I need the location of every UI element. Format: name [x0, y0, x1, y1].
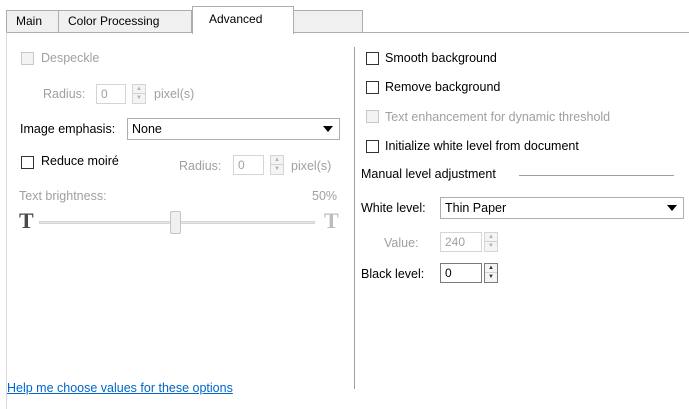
chevron-up-icon[interactable]: ▲ — [485, 233, 497, 242]
initialize-white-label: Initialize white level from document — [385, 139, 579, 153]
initialize-white-checkbox[interactable] — [366, 140, 379, 153]
moire-radius-input[interactable]: 0 — [233, 155, 264, 175]
text-enhancement-checkbox[interactable] — [366, 110, 379, 123]
moire-radius-stepper[interactable]: ▲ ▼ — [270, 155, 284, 175]
chevron-up-icon[interactable]: ▲ — [485, 264, 497, 273]
column-divider — [354, 47, 355, 389]
smooth-background-label: Smooth background — [385, 51, 497, 65]
tab-strip: Main Color Processing Advanced — [6, 6, 686, 34]
chevron-up-icon[interactable]: ▲ — [271, 156, 283, 165]
image-emphasis-select[interactable]: None — [127, 118, 340, 140]
advanced-panel: Despeckle Radius: 0 ▲ ▼ pixel(s) Image e… — [6, 32, 689, 409]
white-level-value: Thin Paper — [445, 201, 507, 215]
despeckle-radius-input[interactable]: 0 — [96, 84, 126, 104]
value-label: Value: — [384, 236, 419, 250]
despeckle-radius-label: Radius: — [43, 87, 86, 101]
despeckle-checkbox[interactable] — [21, 52, 34, 65]
tab-advanced[interactable]: Advanced — [192, 6, 294, 34]
reduce-moire-checkbox[interactable] — [21, 156, 34, 169]
tab-color-processing[interactable]: Color Processing — [58, 10, 192, 33]
text-enhancement-label: Text enhancement for dynamic threshold — [385, 110, 611, 124]
image-emphasis-label: Image emphasis: — [20, 122, 116, 136]
image-emphasis-value: None — [132, 122, 162, 136]
reduce-moire-label: Reduce moiré — [41, 154, 119, 168]
despeckle-radius-stepper[interactable]: ▲ ▼ — [132, 84, 146, 104]
despeckle-label: Despeckle — [41, 51, 100, 65]
black-level-stepper[interactable]: ▲ ▼ — [484, 263, 498, 283]
moire-radius-label: Radius: — [179, 159, 222, 173]
chevron-down-icon[interactable]: ▼ — [485, 273, 497, 282]
white-level-select[interactable]: Thin Paper — [440, 197, 684, 219]
chevron-down-icon[interactable]: ▼ — [133, 94, 145, 103]
remove-background-label: Remove background — [385, 80, 501, 94]
dropdown-arrow-icon — [323, 126, 333, 132]
despeckle-unit: pixel(s) — [154, 87, 195, 101]
white-value-input[interactable]: 240 — [440, 232, 482, 252]
text-brightness-label: Text brightness: — [19, 189, 107, 203]
black-level-input[interactable]: 0 — [440, 263, 482, 283]
moire-unit: pixel(s) — [291, 159, 332, 173]
chevron-up-icon[interactable]: ▲ — [133, 85, 145, 94]
text-brightness-value: 50% — [312, 189, 338, 203]
white-value-stepper[interactable]: ▲ ▼ — [484, 232, 498, 252]
tab-main[interactable]: Main — [6, 10, 59, 33]
black-level-label: Black level: — [361, 267, 425, 281]
help-link[interactable]: Help me choose values for these options — [7, 381, 233, 395]
chevron-down-icon[interactable]: ▼ — [271, 165, 283, 174]
manual-level-rule — [519, 175, 674, 176]
tab-strip-filler — [294, 10, 363, 33]
white-level-label: White level: — [361, 201, 426, 215]
text-light-icon: T — [324, 208, 339, 233]
smooth-background-checkbox[interactable] — [366, 52, 379, 65]
remove-background-checkbox[interactable] — [366, 81, 379, 94]
dropdown-arrow-icon — [667, 205, 677, 211]
text-dark-icon: T — [19, 208, 34, 233]
chevron-down-icon[interactable]: ▼ — [485, 242, 497, 251]
manual-level-heading: Manual level adjustment — [361, 167, 496, 181]
text-brightness-slider-thumb[interactable] — [170, 211, 181, 234]
